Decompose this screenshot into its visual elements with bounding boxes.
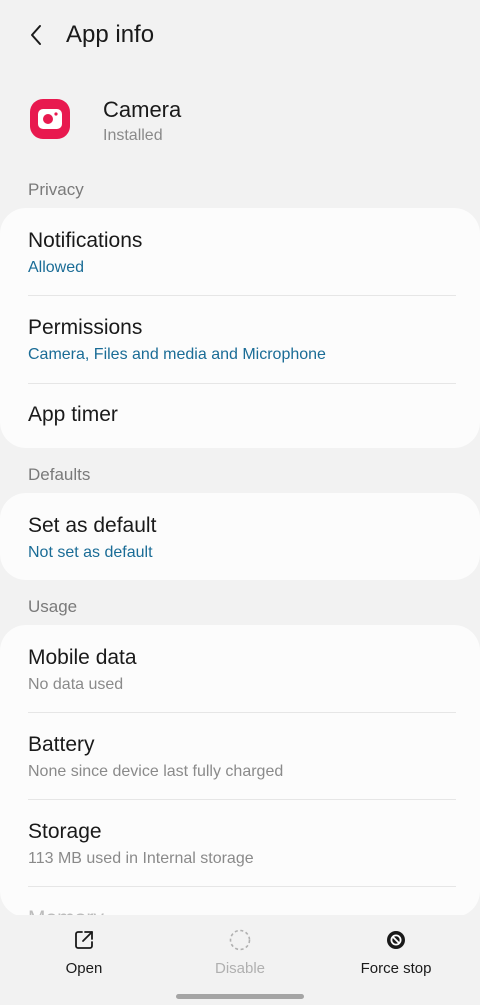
app-install-status: Installed xyxy=(103,127,163,144)
disable-button: Disable xyxy=(175,925,305,985)
app-summary: Camera Installed xyxy=(0,90,480,160)
force-stop-button[interactable]: Force stop xyxy=(331,925,461,985)
section-label-privacy: Privacy xyxy=(28,180,84,199)
notifications-row[interactable]: Notifications Allowed xyxy=(0,208,480,296)
open-external-icon xyxy=(71,927,97,953)
storage-row[interactable]: Storage 113 MB used in Internal storage xyxy=(0,800,480,887)
stop-icon xyxy=(383,927,409,953)
defaults-card: Set as default Not set as default xyxy=(0,493,480,580)
top-app-bar: App info xyxy=(0,0,480,70)
usage-card: Mobile data No data used Battery None si… xyxy=(0,625,480,917)
set-as-default-row[interactable]: Set as default Not set as default xyxy=(0,493,480,580)
row-title: Storage xyxy=(28,820,102,843)
row-subtitle: Camera, Files and media and Microphone xyxy=(28,346,326,363)
row-title: Permissions xyxy=(28,316,143,339)
row-subtitle: 113 MB used in Internal storage xyxy=(28,850,254,867)
mobile-data-row[interactable]: Mobile data No data used xyxy=(0,625,480,713)
battery-row[interactable]: Battery None since device last fully cha… xyxy=(0,713,480,800)
permissions-row[interactable]: Permissions Camera, Files and media and … xyxy=(0,296,480,384)
force-stop-label: Force stop xyxy=(360,960,432,977)
open-label: Open xyxy=(65,960,103,977)
row-title: Battery xyxy=(28,733,95,756)
divider xyxy=(28,886,456,887)
open-button[interactable]: Open xyxy=(19,925,149,985)
app-name: Camera xyxy=(103,97,182,122)
bottom-action-bar: Open Disable Force stop xyxy=(0,915,480,1005)
privacy-card: Notifications Allowed Permissions Camera… xyxy=(0,208,480,448)
row-title: Set as default xyxy=(28,514,157,537)
disable-dashed-circle-icon xyxy=(227,927,253,953)
section-label-usage: Usage xyxy=(28,597,78,616)
chevron-left-icon xyxy=(31,25,41,45)
row-title: Notifications xyxy=(28,229,143,252)
home-indicator[interactable] xyxy=(176,994,304,999)
camera-app-icon xyxy=(30,99,70,139)
back-button[interactable] xyxy=(22,20,50,50)
app-timer-row[interactable]: App timer xyxy=(0,384,480,448)
row-title: Mobile data xyxy=(28,646,137,669)
row-title: App timer xyxy=(28,403,118,426)
section-label-defaults: Defaults xyxy=(28,465,91,484)
row-subtitle: Allowed xyxy=(28,259,85,276)
row-subtitle: No data used xyxy=(28,676,124,693)
row-subtitle: Not set as default xyxy=(28,544,153,561)
disable-label: Disable xyxy=(214,960,266,977)
page-title: App info xyxy=(66,21,155,48)
row-subtitle: None since device last fully charged xyxy=(28,763,284,780)
